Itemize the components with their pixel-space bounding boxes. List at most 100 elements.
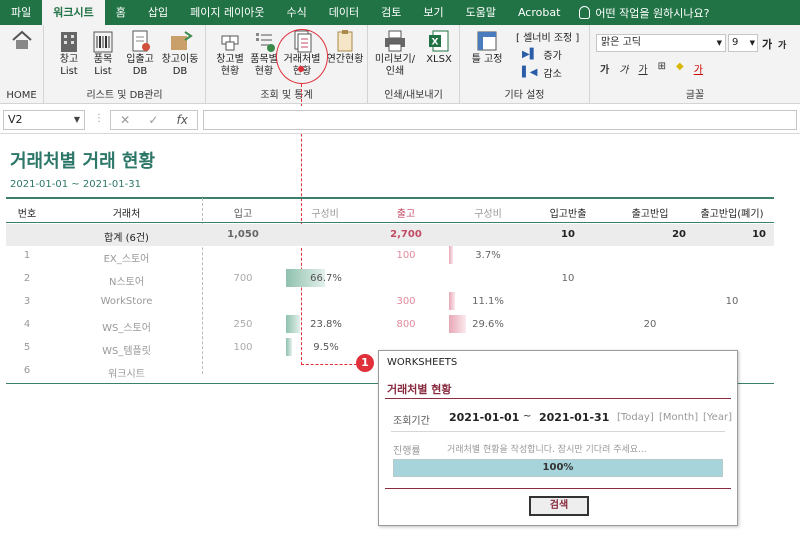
tab-help[interactable]: 도움말 [455, 0, 507, 25]
xlsx-export-button[interactable]: X XLSX [422, 28, 456, 66]
lightbulb-icon [579, 6, 591, 19]
decrease-button[interactable]: ▌◀ 감소 [522, 65, 562, 80]
dialog-title: WORKSHEETS [387, 357, 458, 368]
fill-color-icon[interactable]: ◆ [676, 61, 684, 76]
border-icon[interactable]: ⊞ [658, 61, 666, 76]
row-out: 100 [396, 250, 416, 261]
sheet-title: 거래처별 거래 현황 [10, 151, 156, 172]
item-list-button[interactable]: 품목 List [90, 28, 116, 78]
formula-input[interactable] [203, 110, 797, 130]
total-in-return: 10 [561, 229, 575, 240]
drag-handle-icon[interactable]: ⋮ [94, 113, 104, 124]
cell-width-label: [ 셀너비 조정 ] [516, 33, 580, 44]
excel-icon: X [429, 30, 449, 52]
checklist-icon [256, 33, 275, 52]
font-grow-button[interactable]: 가 [762, 36, 772, 52]
annotation-line-horizontal [301, 364, 357, 365]
row-no: 6 [23, 365, 31, 376]
tilde: ~ [523, 411, 532, 422]
printer-icon [385, 30, 405, 52]
formula-controls: ✕ ✓ fx [110, 110, 198, 130]
warehouse-list-button[interactable]: 창고 List [56, 28, 82, 78]
tab-review[interactable]: 검토 [370, 0, 412, 25]
font-name-select[interactable]: 맑은 고딕 ▼ [596, 34, 726, 52]
step-badge: 1 [356, 354, 374, 372]
svg-text:X: X [432, 38, 439, 48]
font-color-icon[interactable]: 가 [694, 61, 703, 76]
fx-button[interactable]: fx [177, 113, 188, 127]
formula-bar: V2 ▼ ⋮ ✕ ✓ fx [0, 106, 800, 134]
total-out: 2,700 [390, 229, 422, 240]
header-no: 번호 [17, 209, 37, 220]
tell-me-box[interactable]: 어떤 작업을 원하시나요? [571, 5, 709, 21]
chevron-down-icon: ▼ [749, 39, 755, 47]
warehouse-move-db-button[interactable]: 창고이동 DB [158, 28, 202, 78]
underline-button[interactable]: 가 [638, 61, 647, 76]
dialog-divider-bottom [385, 488, 731, 489]
progress-label: 진행률 [393, 446, 421, 457]
font-shrink-button[interactable]: 가 [778, 38, 786, 51]
header-client: 거래처 [112, 209, 141, 220]
preview-print-button[interactable]: 미리보기/ 인쇄 [370, 28, 420, 78]
search-button[interactable]: 검색 [529, 496, 589, 516]
tab-insert[interactable]: 삽입 [137, 0, 179, 25]
row-in: 250 [233, 319, 253, 330]
font-size-select[interactable]: 9 ▼ [728, 34, 758, 52]
row-no: 3 [23, 296, 31, 307]
total-out-return: 20 [672, 229, 686, 240]
row-in: 700 [233, 273, 253, 284]
freeze-panes-icon [477, 31, 497, 51]
cancel-icon[interactable]: ✕ [120, 113, 130, 127]
today-button[interactable]: [Today] [617, 412, 654, 423]
row-in-ratio: 9.5% [313, 342, 339, 353]
sheet-period: 2021-01-01 ~ 2021-01-31 [10, 179, 141, 190]
group-label-etc: 기타 설정 [504, 90, 545, 101]
ribbon: HOME 창고 List 품목 List 입출고 DB 창고이동 DB 리스트 … [0, 25, 800, 104]
tab-acrobat[interactable]: Acrobat [507, 0, 571, 25]
increase-button[interactable]: ▶▌ 증가 [522, 47, 562, 62]
chevron-down-icon: ▼ [73, 115, 80, 124]
home-button[interactable] [8, 28, 36, 52]
progress-bar: 100% [393, 459, 723, 477]
row-out-return: 20 [643, 319, 657, 330]
tab-formulas[interactable]: 수식 [275, 0, 317, 25]
row-no: 5 [23, 342, 31, 353]
row-client: WS_템플릿 [102, 346, 151, 357]
freeze-panes-button[interactable]: 틀 고정 [466, 28, 508, 66]
document-plus-icon [132, 30, 150, 52]
group-label-list-db: 리스트 및 DB관리 [86, 90, 163, 101]
row-out-ratio: 11.1% [472, 296, 504, 307]
header-in-ratio: 구성비 [311, 209, 339, 220]
row-client: EX_스토어 [103, 254, 150, 265]
inout-db-button[interactable]: 입출고 DB [122, 28, 158, 78]
header-out: 출고 [396, 209, 416, 220]
tab-data[interactable]: 데이터 [318, 0, 370, 25]
tab-file[interactable]: 파일 [0, 0, 42, 25]
annual-status-button[interactable]: 연간현황 [324, 28, 366, 66]
end-date-field[interactable]: 2021-01-31 [539, 411, 609, 424]
tab-view[interactable]: 보기 [412, 0, 454, 25]
month-button[interactable]: [Month] [659, 412, 698, 423]
row-in-ratio: 23.8% [310, 319, 342, 330]
bold-button[interactable]: 가 [600, 61, 609, 76]
name-box[interactable]: V2 ▼ [3, 110, 85, 130]
header-out-return-discard: 출고반입(폐기) [700, 209, 764, 220]
decrease-arrow-icon: ▌◀ [522, 67, 538, 78]
tab-page-layout[interactable]: 페이지 레이아웃 [179, 0, 275, 25]
group-print: 미리보기/ 인쇄 X XLSX 인쇄/내보내기 [368, 25, 460, 104]
tab-home[interactable]: 홈 [105, 0, 137, 25]
year-button[interactable]: [Year] [703, 412, 732, 423]
total-in: 1,050 [227, 229, 259, 240]
italic-button[interactable]: 가 [619, 61, 628, 76]
row-no: 1 [23, 250, 31, 261]
start-date-field[interactable]: 2021-01-01 [449, 411, 519, 424]
check-icon[interactable]: ✓ [148, 113, 158, 127]
row-out-ratio: 3.7% [475, 250, 501, 261]
barcode-icon [93, 31, 113, 53]
header-out-ratio: 구성비 [474, 209, 502, 220]
group-home: HOME [0, 25, 44, 104]
box-move-icon [171, 31, 193, 50]
tab-worksheet[interactable]: 워크시트 [42, 0, 105, 25]
warehouse-status-button[interactable]: 창고별 현황 [212, 28, 248, 78]
row-no: 2 [23, 273, 31, 284]
